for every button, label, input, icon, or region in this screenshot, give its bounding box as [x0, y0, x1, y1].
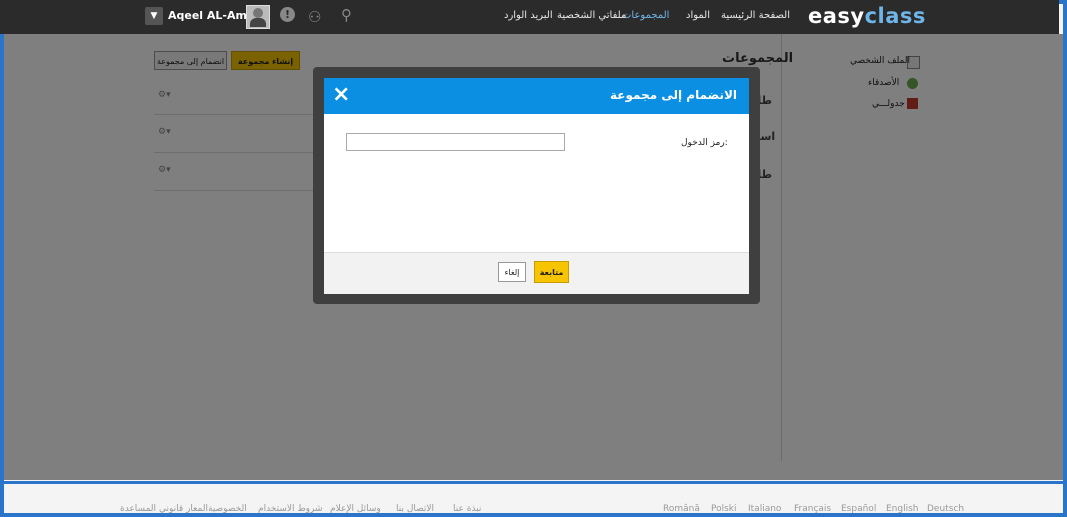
footer-link-about[interactable]: نبذة عنا	[453, 504, 481, 514]
nav-home[interactable]: الصفحة الرئيسية	[721, 10, 790, 21]
lang-deutsch[interactable]: Deutsch	[927, 504, 964, 514]
caret-down-icon[interactable]: ▼	[145, 7, 163, 25]
lang-polski[interactable]: Polski	[711, 504, 737, 514]
people-icon[interactable]: ⚇	[308, 8, 321, 26]
join-group-dialog: × الانضمام إلى مجموعة رمز الدخول: متابعة…	[324, 78, 749, 294]
dialog-footer: متابعة إلغاء	[324, 252, 749, 294]
avatar-head	[253, 8, 263, 18]
avatar-body	[250, 18, 266, 27]
footer-link-terms[interactable]: شروط الاستخدام	[258, 504, 323, 514]
dialog-header: × الانضمام إلى مجموعة	[324, 78, 749, 114]
nav-courses[interactable]: المواد	[686, 10, 710, 21]
footer-link-privacy[interactable]: الخصوصية	[208, 504, 247, 514]
cancel-button[interactable]: إلغاء	[498, 262, 526, 282]
dialog-title: الانضمام إلى مجموعة	[610, 88, 737, 102]
close-icon[interactable]: ×	[332, 83, 350, 107]
footer-link-help[interactable]: المساعدة	[120, 504, 156, 514]
nav-groups[interactable]: المجموعات	[622, 10, 669, 21]
top-navigation-bar: easyclass الصفحة الرئيسية المواد المجموع…	[0, 0, 1059, 34]
footer-link-legal[interactable]: المعار قانوني	[159, 504, 208, 514]
lang-italiano[interactable]: Italiano	[748, 504, 781, 514]
lang-francais[interactable]: Français	[794, 504, 831, 514]
footer-link-media[interactable]: وسائل الإعلام	[330, 504, 381, 514]
lang-english[interactable]: English	[886, 504, 919, 514]
search-icon[interactable]: ⚲	[341, 6, 352, 24]
avatar[interactable]	[246, 5, 270, 29]
access-code-label: رمز الدخول:	[681, 138, 728, 148]
easyclass-logo[interactable]: easyclass	[808, 4, 926, 28]
nav-inbox[interactable]: البريد الوارد	[504, 10, 553, 21]
nav-my-files[interactable]: ملفاتي الشخصية	[557, 10, 626, 21]
alert-icon[interactable]: !	[280, 7, 295, 22]
continue-button[interactable]: متابعة	[534, 261, 569, 283]
lang-espanol[interactable]: Español	[841, 504, 876, 514]
access-code-input[interactable]	[346, 133, 565, 151]
footer-link-contact[interactable]: الاتصال بنا	[396, 504, 434, 514]
lang-romana[interactable]: Română	[663, 504, 700, 514]
